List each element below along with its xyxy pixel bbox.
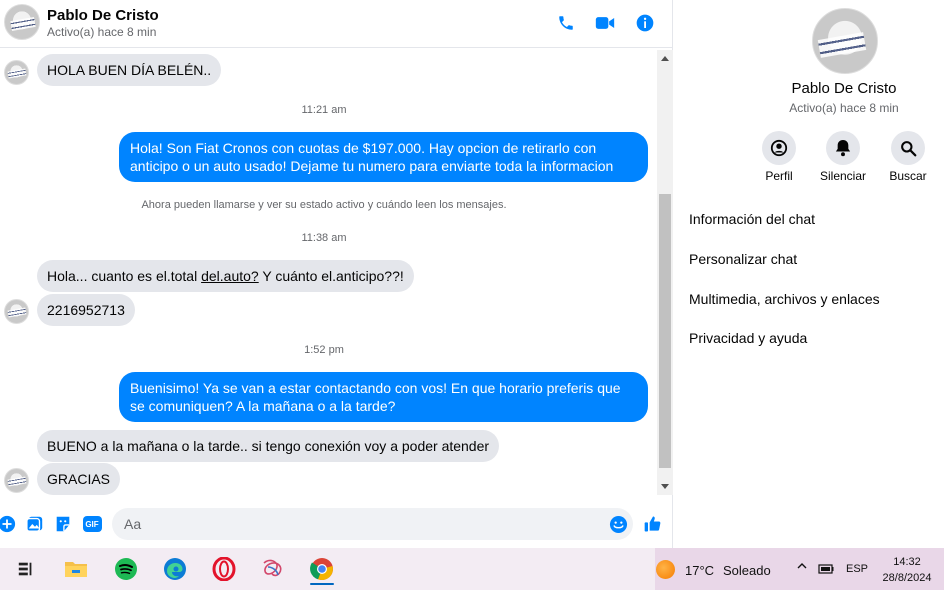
avatar [4,60,29,85]
info-panel: Pablo De Cristo Activo(a) hace 8 min Per… [674,0,944,548]
scroll-down-icon[interactable] [661,484,669,489]
spotify-icon[interactable] [108,553,144,585]
action-label: Buscar [889,169,927,183]
message-text: Y cuánto el.anticipo??! [258,268,404,284]
profile-icon [762,131,796,165]
system-message: Ahora pueden llamarse y ver su estado ac… [141,199,507,211]
clock[interactable]: 14:32 28/8/2024 [878,554,936,586]
timestamp: 11:38 am [301,232,347,244]
edge-icon[interactable] [157,553,193,585]
message-incoming[interactable]: Hola... cuanto es el.total del.auto? Y c… [37,260,414,292]
avatar [4,468,29,493]
photo-icon[interactable] [25,514,45,534]
scroll-up-icon[interactable] [661,56,669,61]
message-incoming[interactable]: HOLA BUEN DÍA BELÉN.. [37,54,222,86]
menu-privacy-help[interactable]: Privacidad y ayuda [689,330,807,346]
contact-avatar[interactable] [4,4,40,40]
timestamp: 11:21 am [301,104,347,116]
menu-chat-info[interactable]: Información del chat [689,211,815,227]
active-indicator [310,583,334,585]
profile-button[interactable]: Perfil [749,131,809,183]
chevron-up-icon[interactable] [796,560,808,575]
language-indicator[interactable]: ESP [846,563,868,575]
clock-time: 14:32 [893,556,921,568]
message-input[interactable] [112,508,633,540]
gif-icon[interactable]: GIF [82,514,102,534]
emoji-icon[interactable] [608,514,628,534]
bell-icon [826,131,860,165]
network-icon[interactable] [818,562,834,578]
chat-pane: Pablo De Cristo Activo(a) hace 8 min HOL… [0,0,673,548]
app-icon[interactable] [255,553,291,585]
message-incoming[interactable]: BUENO a la mañana o la tarde.. si tengo … [37,430,500,462]
message-outgoing[interactable]: Buenisimo! Ya se van a estar contactando… [119,372,648,422]
info-icon[interactable] [634,12,656,34]
avatar [4,299,29,324]
weather-condition[interactable]: Soleado [723,563,771,578]
screen: Pablo De Cristo Activo(a) hace 8 min HOL… [0,0,944,590]
contact-name[interactable]: Pablo De Cristo [47,7,159,24]
task-view-icon[interactable] [8,553,44,585]
scroll-thumb[interactable] [659,194,671,468]
message-incoming[interactable]: GRACIAS [37,463,121,495]
taskbar: 17°C Soleado ESP 14:32 28/8/2024 [0,548,944,590]
chrome-icon[interactable] [304,553,340,585]
menu-customize-chat[interactable]: Personalizar chat [689,251,797,267]
gif-label: GIF [82,516,102,532]
search-icon [891,131,925,165]
mute-button[interactable]: Silenciar [813,131,873,183]
message-list[interactable]: HOLA BUEN DÍA BELÉN.. 11:21 am Hola! Son… [0,50,657,495]
phone-icon[interactable] [555,12,577,34]
search-button[interactable]: Buscar [878,131,938,183]
message-outgoing[interactable]: Hola! Son Fiat Cronos con cuotas de $197… [119,132,648,182]
video-icon[interactable] [594,12,616,34]
composer: GIF [0,505,673,543]
like-icon[interactable] [643,514,663,534]
plus-icon[interactable] [0,514,17,534]
menu-media-files[interactable]: Multimedia, archivos y enlaces [689,291,880,307]
message-text: Hola... cuanto es el.total [47,268,202,284]
profile-avatar[interactable] [812,8,878,74]
weather-temperature[interactable]: 17°C [685,563,714,578]
sticker-icon[interactable] [53,514,73,534]
timestamp: 1:52 pm [304,344,344,356]
clock-date: 28/8/2024 [882,572,932,584]
chat-header: Pablo De Cristo Activo(a) hace 8 min [0,0,673,48]
scrollbar[interactable] [657,50,673,495]
file-explorer-icon[interactable] [58,553,94,585]
action-label: Silenciar [819,169,867,183]
profile-name: Pablo De Cristo [791,80,897,97]
message-link[interactable]: del.auto? [201,268,259,284]
contact-status: Activo(a) hace 8 min [47,25,157,39]
message-incoming[interactable]: 2216952713 [37,294,135,326]
weather-icon[interactable] [656,560,675,579]
profile-status: Activo(a) hace 8 min [789,101,899,115]
action-label: Perfil [765,169,793,183]
opera-icon[interactable] [206,553,242,585]
